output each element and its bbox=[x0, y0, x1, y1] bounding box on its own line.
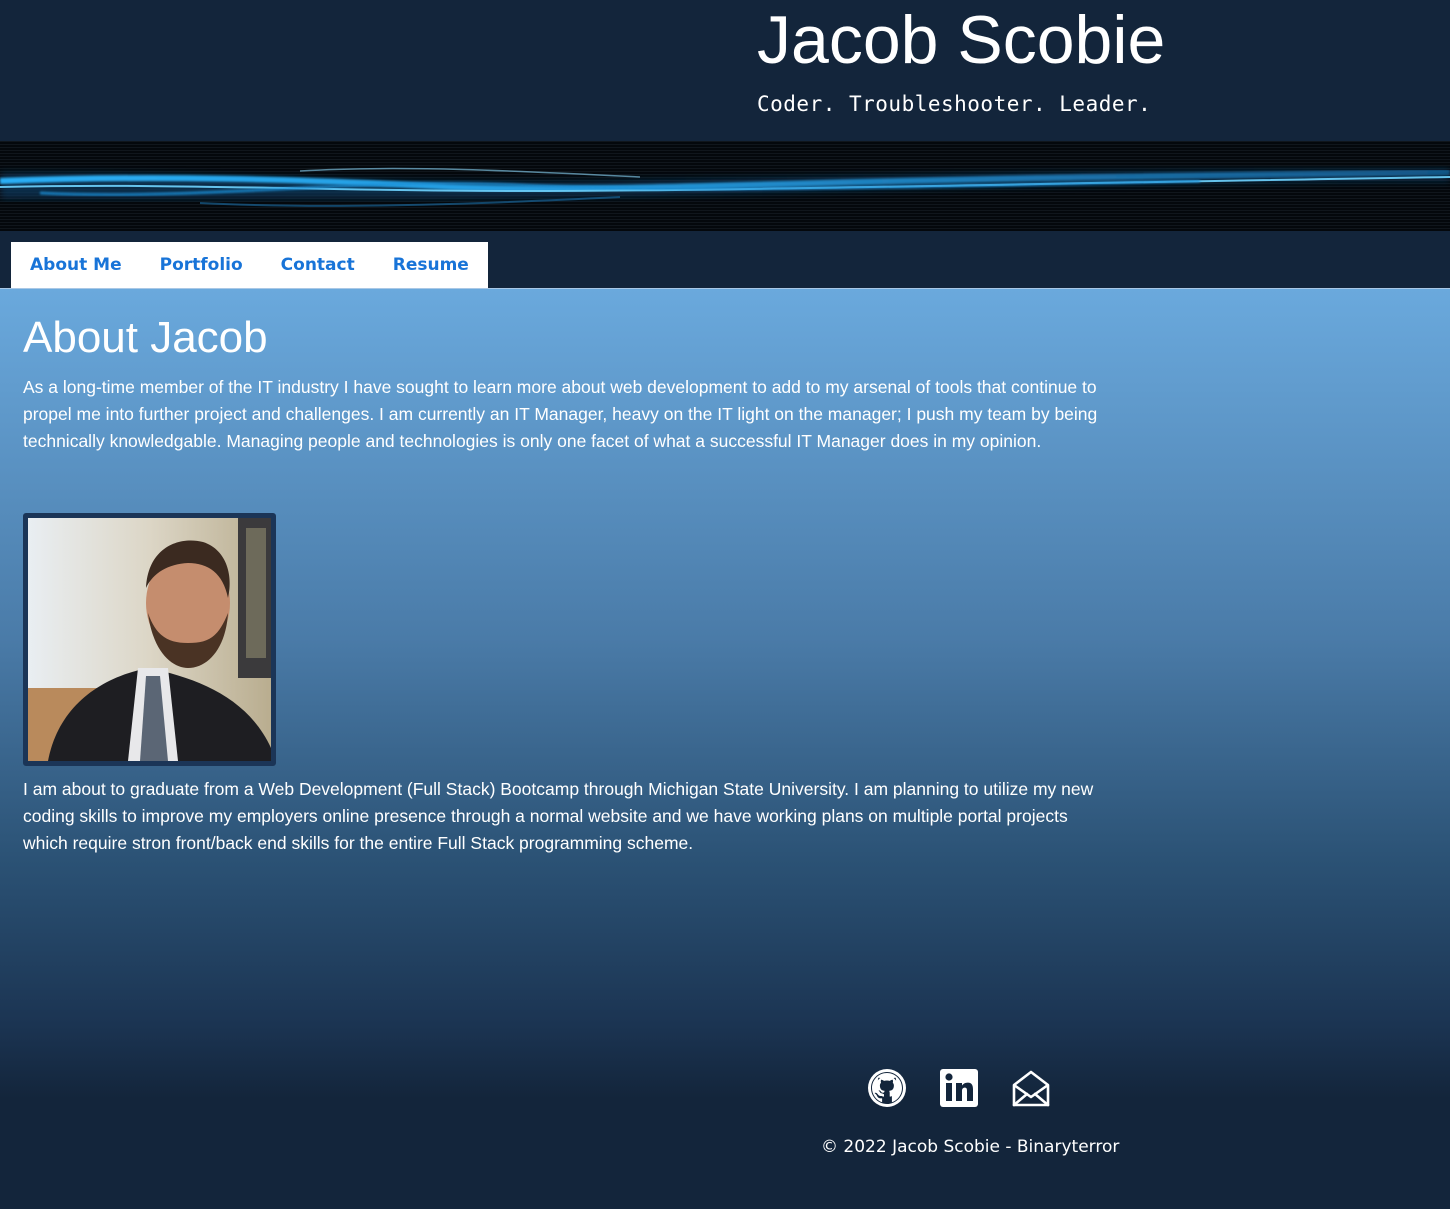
section-title: About Jacob bbox=[23, 313, 268, 362]
site-tagline: Coder. Troubleshooter. Leader. bbox=[757, 92, 1152, 116]
profile-photo-image bbox=[28, 518, 271, 761]
nav-link-portfolio[interactable]: Portfolio bbox=[160, 255, 243, 275]
nav-bar: About Me Portfolio Contact Resume bbox=[0, 231, 1450, 288]
site-header: Jacob Scobie Coder. Troubleshooter. Lead… bbox=[0, 0, 1450, 141]
envelope-open-icon[interactable] bbox=[1010, 1067, 1052, 1109]
site-title: Jacob Scobie bbox=[757, 2, 1166, 78]
linkedin-icon[interactable] bbox=[938, 1067, 980, 1109]
about-section: About Jacob As a long-time member of the… bbox=[0, 288, 1450, 1209]
nav-link-contact[interactable]: Contact bbox=[281, 255, 355, 275]
github-icon[interactable] bbox=[866, 1067, 908, 1109]
profile-photo bbox=[23, 513, 276, 766]
page: Jacob Scobie Coder. Troubleshooter. Lead… bbox=[0, 0, 1450, 1209]
main-nav: About Me Portfolio Contact Resume bbox=[11, 242, 488, 288]
header-banner-image bbox=[0, 141, 1450, 231]
light-streak-graphic bbox=[0, 141, 1450, 231]
about-paragraph-2: I am about to graduate from a Web Develo… bbox=[23, 779, 1094, 853]
copyright-text: © 2022 Jacob Scobie - Binaryterror bbox=[821, 1137, 1120, 1157]
about-paragraph-1: As a long-time member of the IT industry… bbox=[23, 377, 1098, 451]
social-links bbox=[866, 1067, 1052, 1109]
nav-link-resume[interactable]: Resume bbox=[393, 255, 469, 275]
nav-link-about-me[interactable]: About Me bbox=[30, 255, 122, 275]
